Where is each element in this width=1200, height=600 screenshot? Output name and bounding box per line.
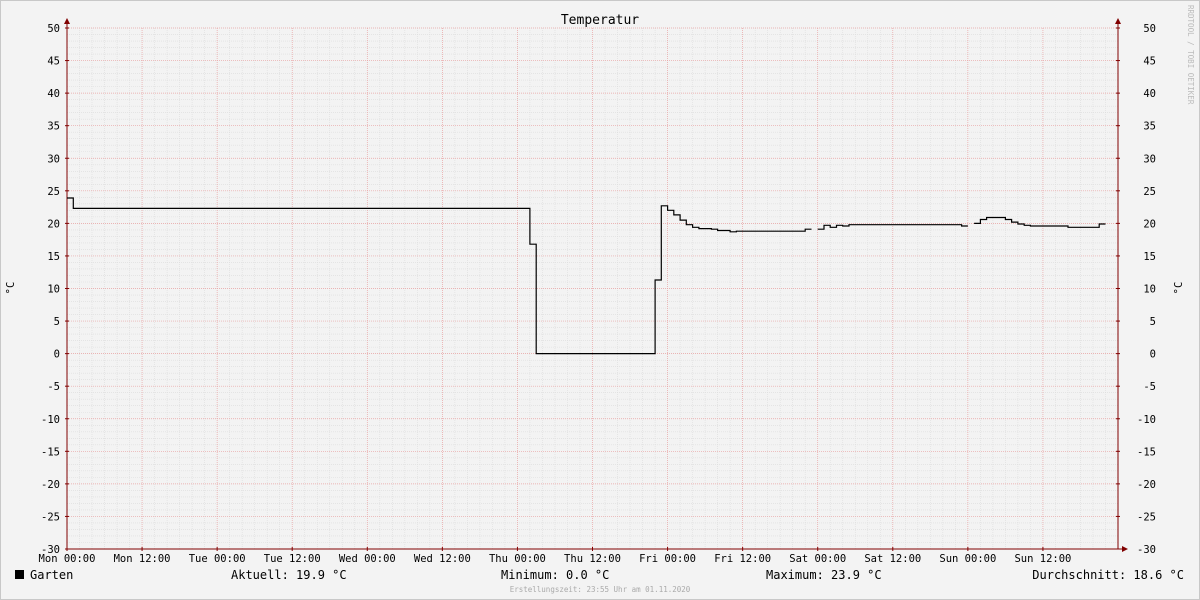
grid-major xyxy=(67,27,1118,549)
y-tick-label-right: 15 xyxy=(1143,251,1156,263)
x-tick-label: Sat 12:00 xyxy=(864,553,921,565)
y-axis-label-left: °C xyxy=(5,282,17,295)
y-tick-label-left: 10 xyxy=(47,284,60,296)
x-tick-labels: Mon 00:00 Mon 12:00 Tue 00:00 Tue 12:00 Wed … xyxy=(39,553,1072,565)
y-tick-label-right: 30 xyxy=(1143,153,1156,165)
y-tick-label-right: 45 xyxy=(1143,56,1156,68)
y-tick-label-right: -10 xyxy=(1137,414,1156,426)
legend-minimum: Minimum: 0.0 °C xyxy=(501,568,609,582)
x-tick-label: Wed 12:00 xyxy=(414,553,471,565)
x-tick-label: Mon 12:00 xyxy=(114,553,171,565)
y-tick-label-left: 45 xyxy=(47,56,60,68)
temperature-chart: 50454035302520151050-5-10-15-20-25-30 50… xyxy=(5,5,1195,594)
x-tick-label: Tue 00:00 xyxy=(189,553,246,565)
y-tick-label-left: 30 xyxy=(47,153,60,165)
creation-time-footer: Erstellungszeit: 23:55 Uhr am 01.11.2020 xyxy=(510,585,691,594)
y-tick-label-right: -15 xyxy=(1137,446,1156,458)
x-tick-label: Wed 00:00 xyxy=(339,553,396,565)
y-tick-label-left: 40 xyxy=(47,88,60,100)
y-tick-label-right: 0 xyxy=(1150,349,1156,361)
series-line-garten xyxy=(67,197,812,355)
y-tick-label-right: -5 xyxy=(1143,381,1156,393)
x-tick-label: Thu 00:00 xyxy=(489,553,546,565)
y-tick-label-left: -20 xyxy=(41,479,60,491)
y-tick-label-left: 0 xyxy=(54,349,60,361)
legend-current: Aktuell: 19.9 °C xyxy=(231,568,347,582)
x-tick-label: Sun 12:00 xyxy=(1014,553,1071,565)
x-tick-label: Thu 12:00 xyxy=(564,553,621,565)
y-tick-label-right: -25 xyxy=(1137,511,1156,523)
y-axis-right-arrow xyxy=(1115,18,1121,24)
series-line-garten xyxy=(974,216,1106,228)
y-tick-label-left: -15 xyxy=(41,446,60,458)
y-tick-label-left: 20 xyxy=(47,218,60,230)
legend-maximum: Maximum: 23.9 °C xyxy=(766,568,882,582)
y-tick-labels-right: 50454035302520151050-5-10-15-20-25-30 xyxy=(1137,23,1156,556)
x-tick-label: Sat 00:00 xyxy=(789,553,846,565)
y-axis-left-arrow xyxy=(64,18,70,24)
y-axis-label-right: °C xyxy=(1173,282,1185,295)
chart-title: Temperatur xyxy=(561,13,639,28)
y-tick-label-right: 20 xyxy=(1143,218,1156,230)
y-tick-label-left: -25 xyxy=(41,511,60,523)
y-tick-label-right: 50 xyxy=(1143,23,1156,35)
legend-series-name: Garten xyxy=(30,568,73,582)
y-tick-label-left: 35 xyxy=(47,121,60,133)
x-tick-label: Mon 00:00 xyxy=(39,553,96,565)
y-tick-label-left: 25 xyxy=(47,186,60,198)
y-tick-label-right: 35 xyxy=(1143,121,1156,133)
y-tick-label-left: 5 xyxy=(54,316,60,328)
legend-average: Durchschnitt: 18.6 °C xyxy=(1032,568,1184,582)
legend-swatch xyxy=(15,570,24,579)
y-tick-label-right: 25 xyxy=(1143,186,1156,198)
x-tick-label: Sun 00:00 xyxy=(939,553,996,565)
y-tick-label-left: -10 xyxy=(41,414,60,426)
y-tick-label-right: 5 xyxy=(1150,316,1156,328)
y-tick-labels-left: 50454035302520151050-5-10-15-20-25-30 xyxy=(41,23,60,556)
y-tick-label-right: -20 xyxy=(1137,479,1156,491)
y-tick-label-left: 50 xyxy=(47,23,60,35)
rrdtool-watermark: RRDTOOL / TOBI OETIKER xyxy=(1186,5,1195,105)
x-tick-label: Fri 12:00 xyxy=(714,553,771,565)
series-lines xyxy=(67,197,1106,355)
x-tick-label: Tue 12:00 xyxy=(264,553,321,565)
y-tick-label-left: -5 xyxy=(47,381,60,393)
y-tick-label-left: 15 xyxy=(47,251,60,263)
y-tick-label-right: 40 xyxy=(1143,88,1156,100)
x-axis-arrow xyxy=(1122,546,1128,552)
y-tick-label-right: -30 xyxy=(1137,544,1156,556)
axes xyxy=(64,18,1128,552)
y-tick-label-right: 10 xyxy=(1143,284,1156,296)
x-tick-label: Fri 00:00 xyxy=(639,553,696,565)
